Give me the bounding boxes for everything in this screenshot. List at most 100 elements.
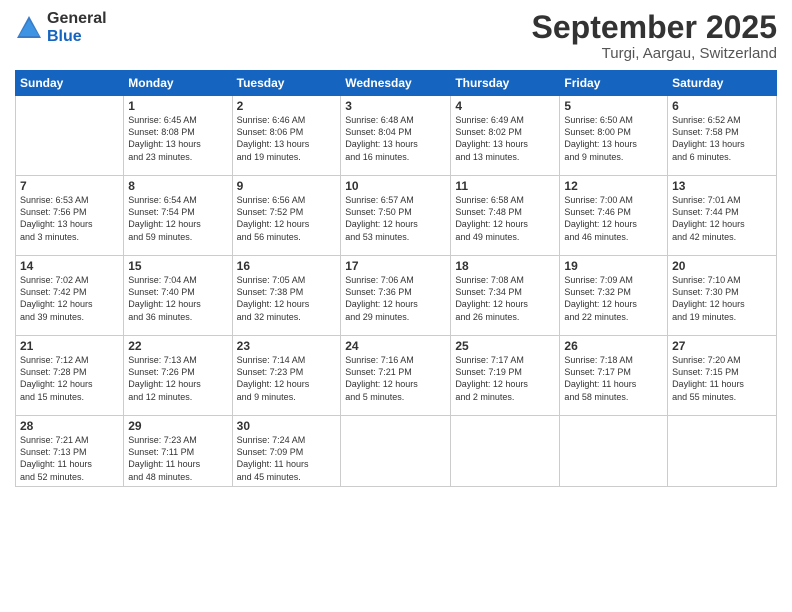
cell-content: Sunrise: 6:50 AM Sunset: 8:00 PM Dayligh… [564, 114, 663, 163]
day-number: 24 [345, 339, 446, 353]
day-number: 11 [455, 179, 555, 193]
calendar-cell: 11Sunrise: 6:58 AM Sunset: 7:48 PM Dayli… [451, 176, 560, 256]
weekday-header-tuesday: Tuesday [232, 71, 341, 96]
calendar-cell: 30Sunrise: 7:24 AM Sunset: 7:09 PM Dayli… [232, 416, 341, 487]
cell-content: Sunrise: 6:54 AM Sunset: 7:54 PM Dayligh… [128, 194, 227, 243]
calendar-cell: 20Sunrise: 7:10 AM Sunset: 7:30 PM Dayli… [668, 256, 777, 336]
calendar-cell: 15Sunrise: 7:04 AM Sunset: 7:40 PM Dayli… [124, 256, 232, 336]
calendar-cell: 26Sunrise: 7:18 AM Sunset: 7:17 PM Dayli… [560, 336, 668, 416]
calendar-cell: 14Sunrise: 7:02 AM Sunset: 7:42 PM Dayli… [16, 256, 124, 336]
day-number: 21 [20, 339, 119, 353]
calendar-cell: 8Sunrise: 6:54 AM Sunset: 7:54 PM Daylig… [124, 176, 232, 256]
calendar-cell: 21Sunrise: 7:12 AM Sunset: 7:28 PM Dayli… [16, 336, 124, 416]
cell-content: Sunrise: 7:04 AM Sunset: 7:40 PM Dayligh… [128, 274, 227, 323]
day-number: 14 [20, 259, 119, 273]
calendar-cell [16, 96, 124, 176]
header: General Blue September 2025 Turgi, Aarga… [15, 10, 777, 62]
cell-content: Sunrise: 7:02 AM Sunset: 7:42 PM Dayligh… [20, 274, 119, 323]
cell-content: Sunrise: 6:45 AM Sunset: 8:08 PM Dayligh… [128, 114, 227, 163]
cell-content: Sunrise: 6:46 AM Sunset: 8:06 PM Dayligh… [237, 114, 337, 163]
month-title: September 2025 [532, 10, 777, 45]
day-number: 2 [237, 99, 337, 113]
calendar-cell: 17Sunrise: 7:06 AM Sunset: 7:36 PM Dayli… [341, 256, 451, 336]
cell-content: Sunrise: 7:16 AM Sunset: 7:21 PM Dayligh… [345, 354, 446, 403]
day-number: 10 [345, 179, 446, 193]
cell-content: Sunrise: 7:05 AM Sunset: 7:38 PM Dayligh… [237, 274, 337, 323]
day-number: 7 [20, 179, 119, 193]
day-number: 13 [672, 179, 772, 193]
calendar-cell: 18Sunrise: 7:08 AM Sunset: 7:34 PM Dayli… [451, 256, 560, 336]
title-block: September 2025 Turgi, Aargau, Switzerlan… [532, 10, 777, 62]
calendar-week-row: 7Sunrise: 6:53 AM Sunset: 7:56 PM Daylig… [16, 176, 777, 256]
day-number: 5 [564, 99, 663, 113]
calendar-cell [341, 416, 451, 487]
calendar-cell: 4Sunrise: 6:49 AM Sunset: 8:02 PM Daylig… [451, 96, 560, 176]
calendar-cell: 6Sunrise: 6:52 AM Sunset: 7:58 PM Daylig… [668, 96, 777, 176]
day-number: 15 [128, 259, 227, 273]
cell-content: Sunrise: 6:48 AM Sunset: 8:04 PM Dayligh… [345, 114, 446, 163]
cell-content: Sunrise: 7:08 AM Sunset: 7:34 PM Dayligh… [455, 274, 555, 323]
cell-content: Sunrise: 7:01 AM Sunset: 7:44 PM Dayligh… [672, 194, 772, 243]
calendar-cell: 22Sunrise: 7:13 AM Sunset: 7:26 PM Dayli… [124, 336, 232, 416]
cell-content: Sunrise: 7:13 AM Sunset: 7:26 PM Dayligh… [128, 354, 227, 403]
calendar-cell: 19Sunrise: 7:09 AM Sunset: 7:32 PM Dayli… [560, 256, 668, 336]
calendar-cell: 9Sunrise: 6:56 AM Sunset: 7:52 PM Daylig… [232, 176, 341, 256]
day-number: 25 [455, 339, 555, 353]
cell-content: Sunrise: 7:14 AM Sunset: 7:23 PM Dayligh… [237, 354, 337, 403]
calendar-week-row: 21Sunrise: 7:12 AM Sunset: 7:28 PM Dayli… [16, 336, 777, 416]
calendar-cell: 28Sunrise: 7:21 AM Sunset: 7:13 PM Dayli… [16, 416, 124, 487]
calendar-cell: 25Sunrise: 7:17 AM Sunset: 7:19 PM Dayli… [451, 336, 560, 416]
logo-blue-text: Blue [47, 28, 107, 46]
day-number: 9 [237, 179, 337, 193]
location: Turgi, Aargau, Switzerland [532, 45, 777, 62]
calendar-week-row: 14Sunrise: 7:02 AM Sunset: 7:42 PM Dayli… [16, 256, 777, 336]
logo-text: General Blue [47, 10, 107, 45]
cell-content: Sunrise: 6:56 AM Sunset: 7:52 PM Dayligh… [237, 194, 337, 243]
day-number: 26 [564, 339, 663, 353]
day-number: 20 [672, 259, 772, 273]
day-number: 4 [455, 99, 555, 113]
calendar-cell: 10Sunrise: 6:57 AM Sunset: 7:50 PM Dayli… [341, 176, 451, 256]
weekday-header-friday: Friday [560, 71, 668, 96]
page: General Blue September 2025 Turgi, Aarga… [0, 0, 792, 612]
weekday-header-sunday: Sunday [16, 71, 124, 96]
day-number: 27 [672, 339, 772, 353]
calendar-cell: 5Sunrise: 6:50 AM Sunset: 8:00 PM Daylig… [560, 96, 668, 176]
weekday-header-row: SundayMondayTuesdayWednesdayThursdayFrid… [16, 71, 777, 96]
day-number: 12 [564, 179, 663, 193]
day-number: 8 [128, 179, 227, 193]
calendar-cell: 16Sunrise: 7:05 AM Sunset: 7:38 PM Dayli… [232, 256, 341, 336]
cell-content: Sunrise: 7:18 AM Sunset: 7:17 PM Dayligh… [564, 354, 663, 403]
day-number: 28 [20, 419, 119, 433]
cell-content: Sunrise: 7:23 AM Sunset: 7:11 PM Dayligh… [128, 434, 227, 483]
calendar-cell: 2Sunrise: 6:46 AM Sunset: 8:06 PM Daylig… [232, 96, 341, 176]
calendar-week-row: 28Sunrise: 7:21 AM Sunset: 7:13 PM Dayli… [16, 416, 777, 487]
day-number: 16 [237, 259, 337, 273]
day-number: 6 [672, 99, 772, 113]
day-number: 30 [237, 419, 337, 433]
calendar-cell: 13Sunrise: 7:01 AM Sunset: 7:44 PM Dayli… [668, 176, 777, 256]
day-number: 3 [345, 99, 446, 113]
calendar-table: SundayMondayTuesdayWednesdayThursdayFrid… [15, 70, 777, 487]
calendar-week-row: 1Sunrise: 6:45 AM Sunset: 8:08 PM Daylig… [16, 96, 777, 176]
weekday-header-thursday: Thursday [451, 71, 560, 96]
cell-content: Sunrise: 6:52 AM Sunset: 7:58 PM Dayligh… [672, 114, 772, 163]
logo-icon [15, 14, 43, 42]
cell-content: Sunrise: 6:57 AM Sunset: 7:50 PM Dayligh… [345, 194, 446, 243]
cell-content: Sunrise: 6:53 AM Sunset: 7:56 PM Dayligh… [20, 194, 119, 243]
day-number: 1 [128, 99, 227, 113]
calendar-cell: 3Sunrise: 6:48 AM Sunset: 8:04 PM Daylig… [341, 96, 451, 176]
cell-content: Sunrise: 7:06 AM Sunset: 7:36 PM Dayligh… [345, 274, 446, 323]
cell-content: Sunrise: 7:21 AM Sunset: 7:13 PM Dayligh… [20, 434, 119, 483]
cell-content: Sunrise: 6:58 AM Sunset: 7:48 PM Dayligh… [455, 194, 555, 243]
calendar-cell: 23Sunrise: 7:14 AM Sunset: 7:23 PM Dayli… [232, 336, 341, 416]
cell-content: Sunrise: 7:00 AM Sunset: 7:46 PM Dayligh… [564, 194, 663, 243]
day-number: 23 [237, 339, 337, 353]
day-number: 22 [128, 339, 227, 353]
weekday-header-wednesday: Wednesday [341, 71, 451, 96]
cell-content: Sunrise: 7:20 AM Sunset: 7:15 PM Dayligh… [672, 354, 772, 403]
cell-content: Sunrise: 7:10 AM Sunset: 7:30 PM Dayligh… [672, 274, 772, 323]
day-number: 17 [345, 259, 446, 273]
cell-content: Sunrise: 7:17 AM Sunset: 7:19 PM Dayligh… [455, 354, 555, 403]
day-number: 29 [128, 419, 227, 433]
